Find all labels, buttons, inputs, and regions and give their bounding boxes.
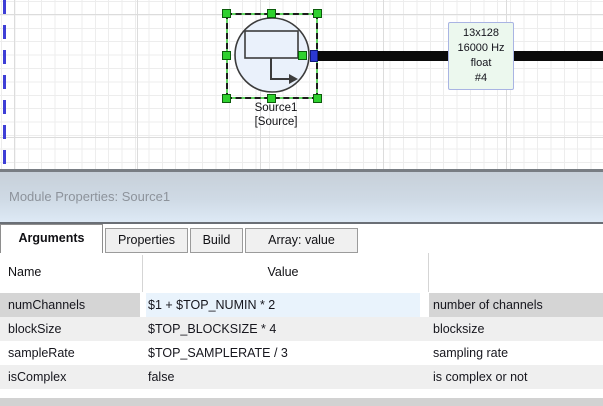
column-header-name: Name [8, 255, 41, 289]
resize-handle-mid-right[interactable] [298, 51, 307, 60]
arg-name[interactable]: isComplex [0, 365, 140, 389]
arg-name[interactable]: blockSize [0, 317, 140, 341]
panel-bottom-edge [0, 398, 603, 406]
column-separator-2[interactable] [428, 253, 429, 292]
column-separator-1[interactable] [142, 255, 143, 292]
module-type-label: [Source] [196, 115, 356, 129]
table-row-iscomplex[interactable]: isComplex false is complex or not [0, 365, 603, 389]
arg-name[interactable]: numChannels [0, 293, 140, 317]
tab-properties[interactable]: Properties [105, 228, 188, 253]
arg-value[interactable]: false [146, 365, 420, 389]
output-pin[interactable] [310, 50, 318, 62]
source-module-block[interactable] [226, 13, 318, 99]
wire-info-label[interactable]: 13x128 16000 Hz float #4 [448, 22, 514, 90]
tab-arguments[interactable]: Arguments [0, 224, 103, 253]
wire-sample-rate: 16000 Hz [449, 41, 513, 56]
arg-description: number of channels [429, 293, 603, 317]
resize-handle-top-right[interactable] [313, 9, 322, 18]
wire-data-type: float [449, 56, 513, 71]
arg-value[interactable]: $TOP_SAMPLERATE / 3 [146, 341, 420, 365]
tab-build[interactable]: Build [190, 228, 243, 253]
tab-strip: Arguments Properties Build Array: value [0, 224, 603, 253]
arg-description: sampling rate [429, 341, 603, 365]
module-caption: Source1 [Source] [196, 101, 356, 129]
tab-array-value[interactable]: Array: value [245, 228, 358, 253]
resize-handle-top-left[interactable] [222, 9, 231, 18]
app-window: Source1 [Source] 13x128 16000 Hz float #… [0, 0, 603, 406]
schematic-canvas[interactable]: Source1 [Source] 13x128 16000 Hz float #… [0, 0, 603, 170]
arg-description: blocksize [429, 317, 603, 341]
wire-dimensions: 13x128 [449, 26, 513, 41]
arg-value[interactable]: $TOP_BLOCKSIZE * 4 [146, 317, 420, 341]
canvas-boundary-guide [3, 0, 6, 164]
wire-id: #4 [449, 71, 513, 86]
panel-title-bar[interactable]: Module Properties: Source1 [0, 172, 603, 224]
panel-title: Module Properties: Source1 [0, 172, 603, 222]
arg-description: is complex or not [429, 365, 603, 389]
module-name-label: Source1 [196, 101, 356, 115]
resize-handle-mid-left[interactable] [222, 51, 231, 60]
resize-handle-top-center[interactable] [267, 9, 276, 18]
table-row-samplerate[interactable]: sampleRate $TOP_SAMPLERATE / 3 sampling … [0, 341, 603, 365]
column-header-value: Value [146, 255, 420, 289]
arg-name[interactable]: sampleRate [0, 341, 140, 365]
arg-value[interactable]: $1 + $TOP_NUMIN * 2 [146, 293, 420, 317]
table-row-blocksize[interactable]: blockSize $TOP_BLOCKSIZE * 4 blocksize [0, 317, 603, 341]
table-header: Name Value [0, 255, 603, 293]
table-row-numchannels[interactable]: numChannels $1 + $TOP_NUMIN * 2 number o… [0, 293, 603, 317]
